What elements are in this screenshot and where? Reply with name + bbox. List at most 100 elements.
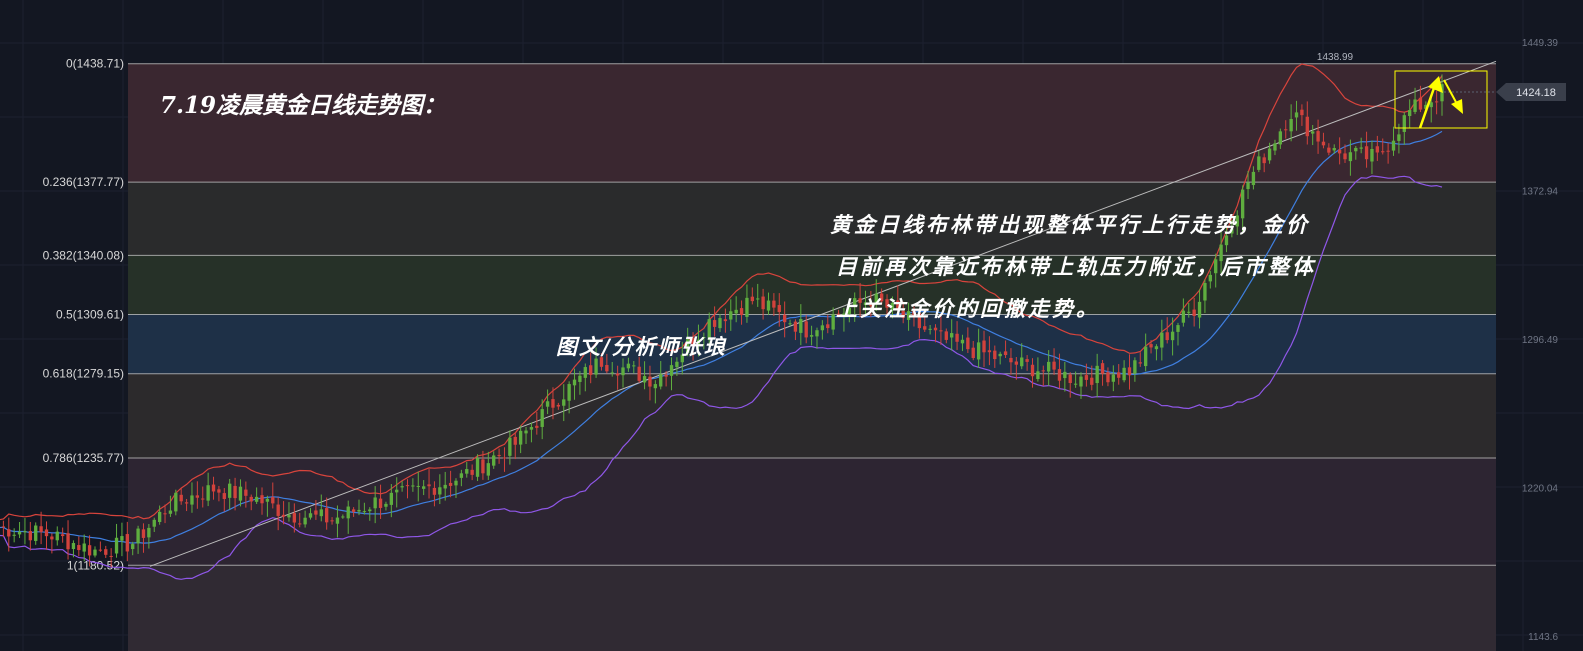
candle-body (287, 514, 291, 518)
candle-body (529, 427, 534, 430)
candle-body (395, 489, 399, 493)
candle-body (308, 513, 313, 518)
candle-body (540, 409, 544, 427)
price-tick-label: 1372.94 (1522, 187, 1559, 198)
candle-body (157, 511, 162, 523)
fib-level-label: 0.382(1340.08) (43, 248, 124, 262)
candle-body (1036, 371, 1040, 380)
candle-body (502, 457, 507, 459)
candle-body (809, 335, 814, 337)
candle-body (1009, 357, 1013, 363)
candle-body (739, 308, 744, 316)
candle-body (179, 494, 183, 502)
candle-body (1327, 147, 1331, 153)
candle-body (1321, 141, 1326, 146)
candle-body (1030, 364, 1035, 377)
candle-body (34, 525, 38, 541)
candle-body (589, 365, 593, 375)
candle-body (109, 555, 113, 557)
candle-body (195, 495, 200, 498)
annotation-line-2: 目前再次靠近布林带上轨压力附近，后市整体 (836, 254, 1316, 279)
candle-body (610, 372, 614, 374)
candle-body (675, 361, 679, 368)
candle-body (368, 509, 372, 512)
candle-body (1138, 362, 1142, 364)
price-tick-label: 1220.04 (1522, 484, 1559, 495)
candle-body (664, 374, 668, 377)
candle-body (1020, 357, 1024, 367)
candle-body (60, 534, 65, 537)
annotation-line-3: 上关注金价的回撤走势。 (836, 296, 1100, 321)
candle-body (1305, 116, 1309, 137)
candle-body (1332, 148, 1336, 151)
candle-body (174, 492, 178, 512)
annotation-line-1: 黄金日线布林带出现整体平行上行走势，金价 (830, 212, 1310, 237)
candle-body (1203, 282, 1207, 301)
candle-body (1386, 150, 1390, 152)
candle-body (201, 498, 205, 500)
candle-body (55, 531, 59, 541)
candle-body (254, 496, 259, 502)
candle-body (260, 495, 264, 504)
candle-body (1192, 309, 1196, 316)
fibonacci-retracement: 0(1438.71) 0.236(1377.77) 0.382(1340.08) 0.… (43, 57, 1496, 651)
candle-body (357, 509, 361, 512)
fib-band (128, 373, 1496, 458)
candle-body (28, 531, 32, 541)
candle-body (265, 498, 270, 502)
candle-body (341, 516, 345, 518)
candle-body (1047, 361, 1051, 372)
candle-body (362, 511, 367, 513)
candle-body (23, 531, 27, 533)
candle-body (1370, 148, 1374, 162)
candle-body (168, 510, 173, 514)
candle-body (12, 534, 16, 536)
candle-body (1381, 151, 1385, 153)
candle-body (1359, 147, 1363, 149)
candle-body (1187, 311, 1191, 313)
candle-body (987, 350, 992, 353)
candle-body (578, 375, 582, 382)
candle-body (416, 485, 420, 487)
candle-body (562, 399, 566, 406)
candle-body (1041, 370, 1045, 372)
candle-body (66, 533, 70, 550)
candle-body (1111, 374, 1115, 382)
candle-body (583, 367, 587, 378)
candle-body (782, 314, 787, 323)
candle-body (1, 526, 6, 528)
candle-body (50, 536, 54, 540)
candle-body (497, 454, 501, 456)
candle-body (1122, 367, 1126, 381)
candle-body (432, 487, 437, 495)
candle-body (448, 482, 453, 486)
candle-body (87, 545, 92, 556)
candle-body (120, 536, 124, 541)
candle-body (152, 519, 156, 527)
candle-body (486, 463, 490, 476)
candle-body (276, 504, 280, 516)
candle-body (944, 331, 948, 340)
candle-body (443, 484, 447, 489)
candle-body (1170, 331, 1175, 341)
candle-body (960, 339, 965, 344)
candle-body (1284, 129, 1288, 131)
candle-body (131, 544, 135, 550)
fib-level-label: 0.236(1377.77) (43, 175, 124, 189)
candle-body (1316, 131, 1320, 142)
candle-body (545, 401, 550, 407)
current-price-label: 1424.18 (1516, 87, 1556, 99)
candle-body (966, 337, 970, 350)
candle-body (1084, 375, 1089, 380)
candle-body (556, 404, 561, 407)
candle-body (1143, 346, 1148, 367)
candle-body (508, 437, 512, 456)
candle-body (1057, 369, 1062, 381)
candle-body (421, 486, 426, 489)
candle-body (1413, 99, 1417, 112)
candle-body (1246, 182, 1250, 190)
candle-body (750, 296, 754, 302)
candle-body (222, 493, 226, 499)
candle-body (939, 330, 943, 332)
candle-body (955, 333, 959, 342)
